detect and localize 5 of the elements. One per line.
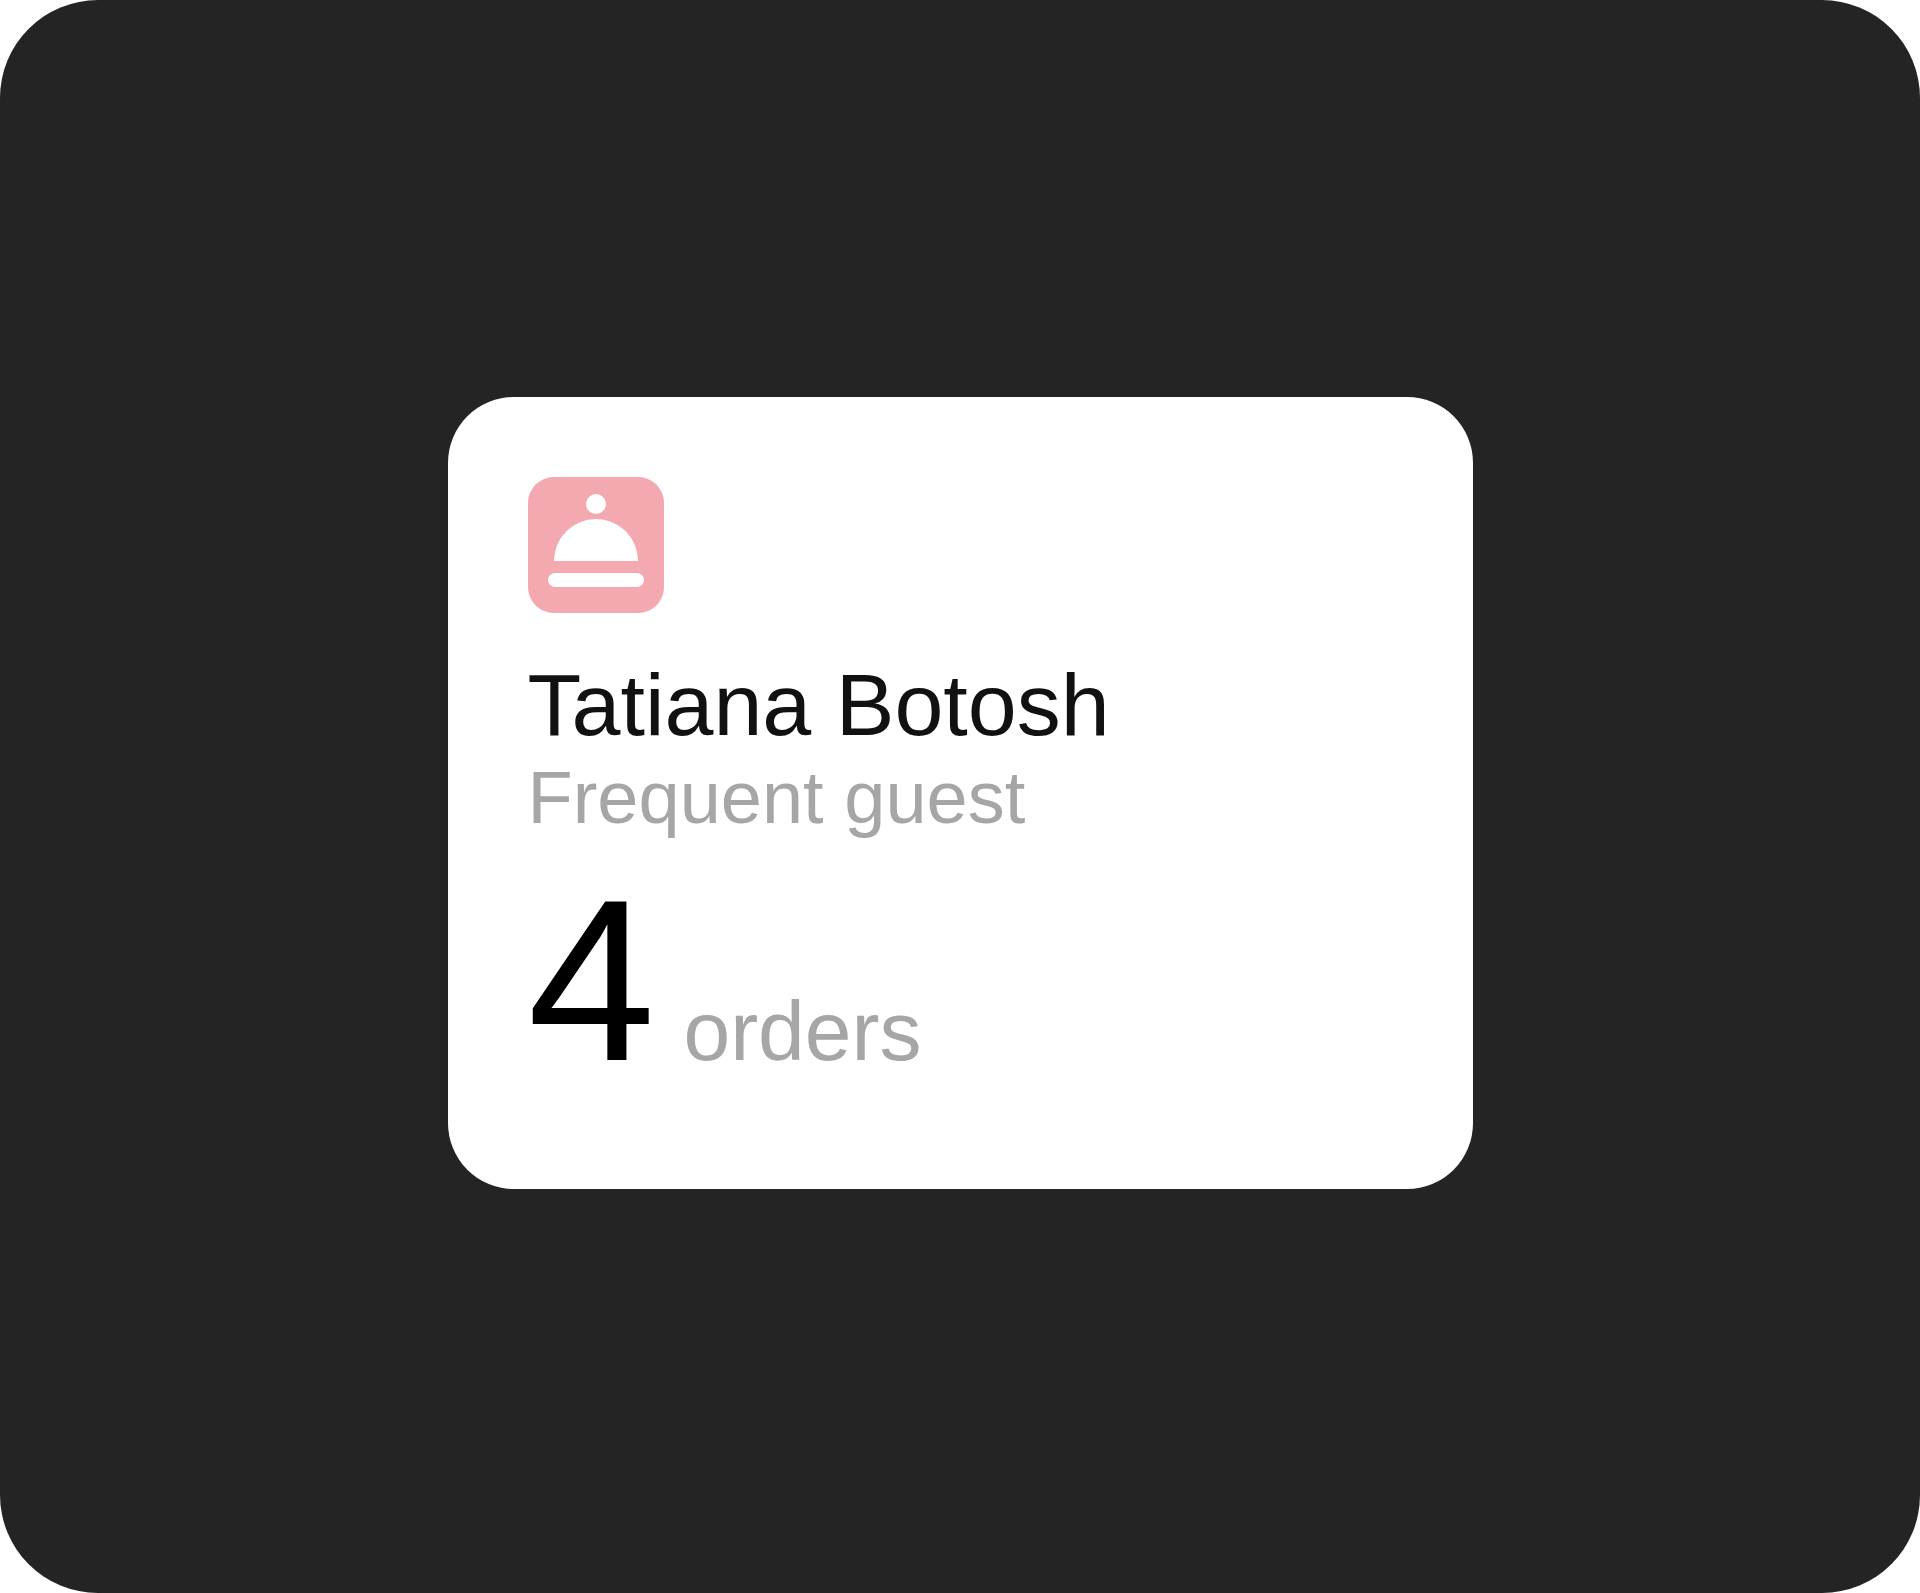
service-bell-icon [527, 476, 664, 613]
guest-name: Tatiana Botosh [527, 654, 1110, 755]
order-count: 4 [527, 880, 656, 1081]
order-unit: orders [683, 985, 922, 1076]
guest-status: Frequent guest [527, 754, 1026, 841]
